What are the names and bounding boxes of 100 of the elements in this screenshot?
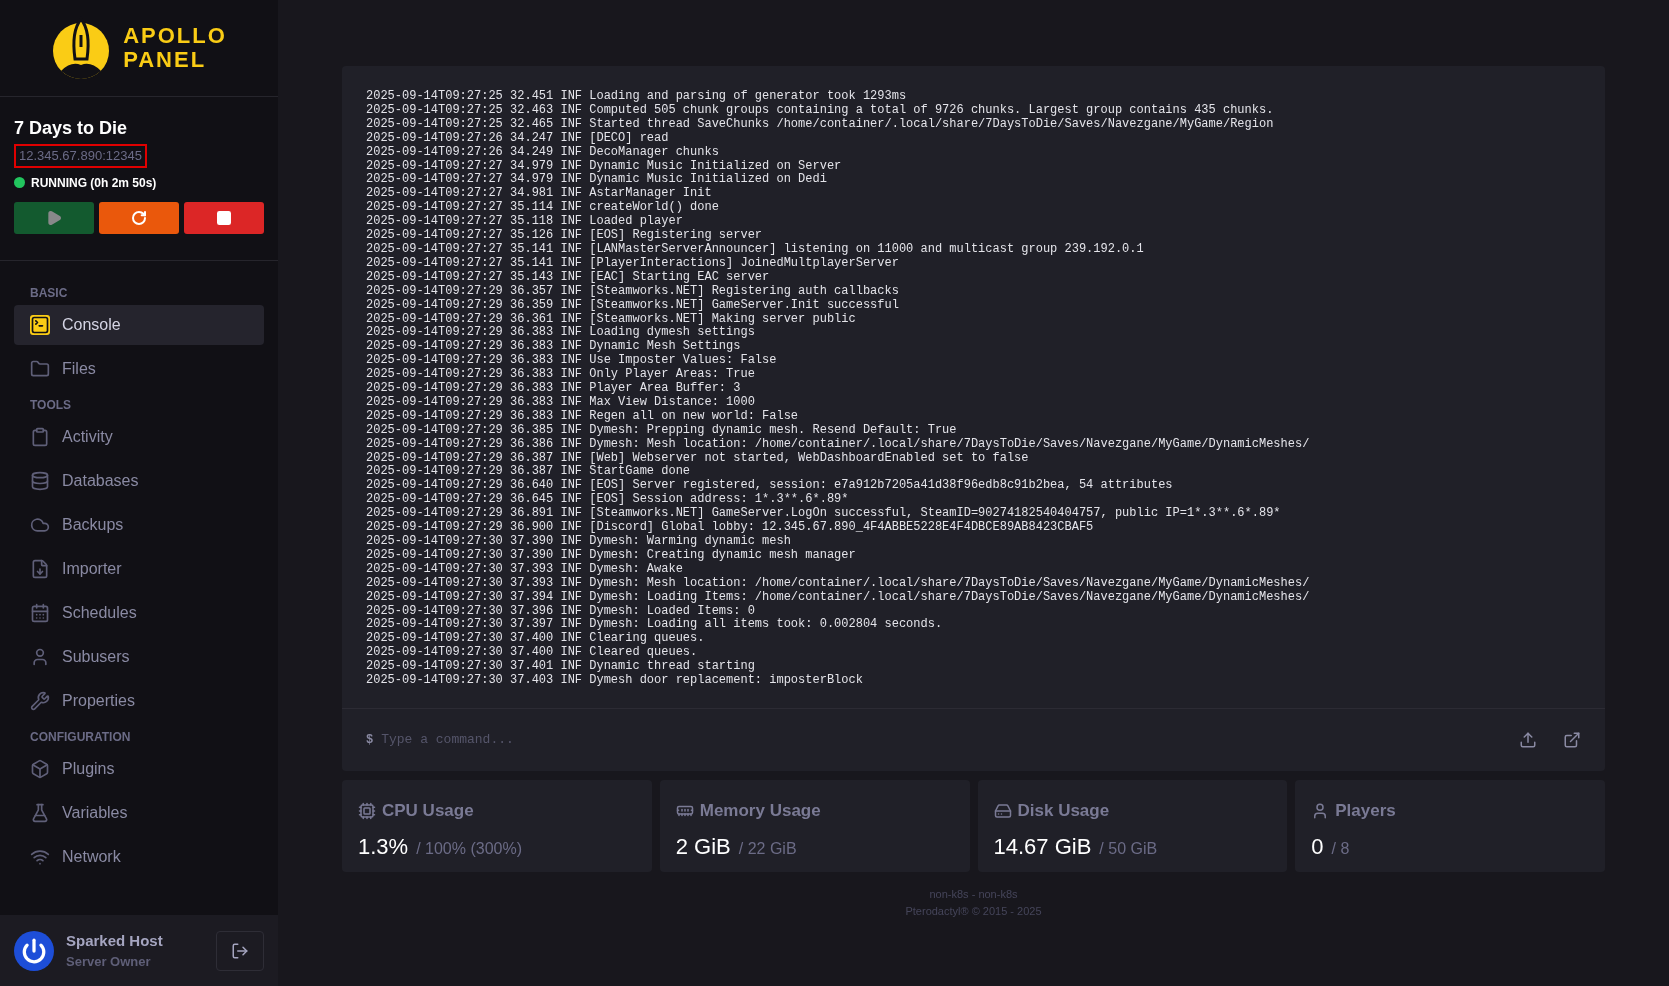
stat-limit: / 22 GiB — [738, 838, 797, 859]
footer-text: Pterodactyl® © 2015 - 2025 — [905, 903, 1042, 919]
nav-item[interactable]: Importer — [14, 548, 264, 589]
log-line: 2025-09-14T09:27:30 37.390 INF Dymesh: Creating dynamic mesh manager — [366, 548, 857, 563]
log-line: 2025-09-14T09:27:30 37.393 INF Dymesh: Mesh location: /home/container/.local/share/7DaysToDie/Saves/Navezgane/MyGame/DynamicMeshes/ — [366, 576, 1311, 591]
stat-label: Disk Usage — [1017, 800, 1110, 822]
log-line: 2025-09-14T09:27:30 37.400 INF Clearing queues. — [366, 632, 706, 646]
log-line: 2025-09-14T09:27:29 36.383 INF Player Area Buffer: 3 — [366, 382, 742, 396]
terminal-icon — [30, 314, 50, 335]
stat-value: 14.67 GiB — [993, 832, 1092, 861]
stat-value: 2 GiB — [675, 832, 731, 861]
nav-item[interactable]: Databases — [14, 460, 264, 501]
log-line: 2025-09-14T09:27:27 35.114 INF createWorld() done — [366, 201, 720, 215]
stat-limit: / 50 GiB — [1099, 838, 1158, 859]
stat-limit: / 8 — [1331, 838, 1350, 859]
logo-text: APOLLO — [123, 24, 227, 48]
log-line: 2025-09-14T09:27:30 37.394 INF Dymesh: Loading Items: /home/container/.local/share/7DaysToDie/Saves/Navezgane/MyGame/DynamicMeshes/ — [366, 590, 1311, 605]
stat-label: Players — [1335, 800, 1396, 822]
log-line: 2025-09-14T09:27:27 35.143 INF [EAC] Starting EAC server — [366, 270, 771, 285]
nav-item[interactable]: Backups — [14, 504, 264, 545]
logo-text: PANEL — [123, 48, 208, 72]
power-icon — [21, 937, 47, 964]
server-address: 12.345.67.890:12345 — [14, 144, 147, 168]
log-line: 2025-09-14T09:27:30 37.400 INF Cleared queues. — [366, 646, 699, 660]
logout-button[interactable] — [216, 930, 264, 971]
log-line: 2025-09-14T09:27:27 35.118 INF Loaded player — [366, 215, 684, 229]
log-line: 2025-09-14T09:27:27 34.981 INF AstarManager Init — [366, 187, 713, 201]
log-line: 2025-09-14T09:27:30 37.393 INF Dymesh: Awake — [366, 562, 684, 577]
log-line: 2025-09-14T09:27:27 34.979 INF Dynamic Music Initialized on Server — [366, 159, 843, 173]
clipboard-icon — [30, 426, 50, 447]
section-heading: BASIC — [29, 284, 69, 302]
restart-button[interactable] — [99, 201, 179, 234]
nav-item[interactable]: Files — [14, 348, 264, 389]
section-heading: CONFIGURATION — [29, 728, 132, 746]
user-name: Sparked Host — [66, 930, 164, 951]
log-line: 2025-09-14T09:27:26 34.247 INF [DECO] read — [366, 131, 670, 146]
log-line: 2025-09-14T09:27:29 36.900 INF [Discord] Global lobby: 12.345.67.890_4F4ABBE5228E4F4DBCE89AB8423CBAF5 — [366, 521, 1095, 535]
log-line: 2025-09-14T09:27:30 37.396 INF Dymesh: Loaded Items: 0 — [366, 604, 756, 618]
prompt-symbol: $ — [366, 732, 374, 749]
log-line: 2025-09-14T09:27:30 37.403 INF Dymesh door replacement: imposterBlock — [366, 674, 864, 688]
stat-limit: / 100% (300%) — [416, 838, 522, 859]
upload-icon[interactable] — [1519, 731, 1537, 749]
cpu-icon — [358, 801, 376, 820]
log-line: 2025-09-14T09:27:29 36.383 INF Use Imposter Values: False — [366, 354, 778, 368]
log-line: 2025-09-14T09:27:29 36.383 INF Max View Distance: 1000 — [366, 395, 756, 410]
stop-icon — [216, 209, 232, 226]
log-line: 2025-09-14T09:27:27 35.141 INF [PlayerInteractions] JoinedMultplayerServer — [366, 256, 900, 271]
log-line: 2025-09-14T09:27:29 36.640 INF [EOS] Server registered, session: e7a912b7205a41d38f96edb8c91b2bea, 54 attributes — [366, 479, 1174, 493]
command-input[interactable]: Type a command... — [381, 730, 1511, 750]
stat-value: 1.3% — [358, 832, 409, 861]
log-line: 2025-09-14T09:27:27 34.979 INF Dynamic Music Initialized on Dedi — [366, 173, 828, 187]
file-download-icon — [30, 558, 50, 579]
log-line: 2025-09-14T09:27:29 36.357 INF [Steamworks.NET] Registering auth callbacks — [366, 284, 900, 299]
log-line: 2025-09-14T09:27:25 32.451 INF Loading and parsing of generator took 1293ms — [366, 90, 908, 104]
log-line: 2025-09-14T09:27:25 32.465 INF Started thread SaveChunks /home/container/.local/share/7DaysToDie/Saves/Navezgane/MyGame/Region — [366, 117, 1275, 132]
restart-icon — [131, 209, 147, 226]
flask-icon — [30, 802, 50, 823]
server-name: 7 Days to Die — [14, 117, 129, 140]
folder-icon — [30, 358, 50, 379]
log-line: 2025-09-14T09:27:29 36.383 INF Only Player Areas: True — [366, 368, 756, 382]
log-line: 2025-09-14T09:27:29 36.383 INF Loading dymesh settings — [366, 326, 756, 340]
log-line: 2025-09-14T09:27:29 36.387 INF [Web] Webserver not started, WebDashboardEnabled set to false — [366, 451, 1030, 465]
nav-item[interactable]: Console — [14, 304, 264, 345]
log-line: 2025-09-14T09:27:30 37.397 INF Dymesh: Loading all items took: 0.002804 seconds. — [366, 618, 944, 632]
log-line: 2025-09-14T09:27:27 35.126 INF [EOS] Registering server — [366, 229, 764, 243]
play-icon — [46, 209, 62, 226]
wrench-icon — [30, 690, 50, 711]
external-link-icon[interactable] — [1563, 731, 1581, 749]
cube-icon — [30, 758, 50, 779]
log-line: 2025-09-14T09:27:29 36.359 INF [Steamworks.NET] GameServer.Init successful — [366, 298, 900, 313]
log-line: 2025-09-14T09:27:29 36.891 INF [Steamworks.NET] GameServer.LogOn successful, SteamID=90274182540404757, public IP=1*.3**.6*.89* — [366, 507, 1282, 521]
user-role: Server Owner — [66, 953, 152, 971]
stat-value: 0 — [1311, 832, 1324, 861]
log-line: 2025-09-14T09:27:30 37.401 INF Dynamic thread starting — [366, 660, 756, 674]
stop-button[interactable] — [184, 201, 264, 234]
nav-item[interactable]: Activity — [14, 416, 264, 457]
nav-item[interactable]: Schedules — [14, 592, 264, 633]
log-line: 2025-09-14T09:27:29 36.361 INF [Steamworks.NET] Making server public — [366, 312, 857, 326]
calendar-icon — [30, 602, 50, 623]
nav-item[interactable]: Properties — [14, 680, 264, 721]
status-text: RUNNING (0h 2m 50s) — [31, 174, 157, 192]
log-line: 2025-09-14T09:27:29 36.385 INF Dymesh: Prepping dynamic mesh. Resend Default: True — [366, 423, 958, 438]
log-line: 2025-09-14T09:27:29 36.383 INF Dynamic Mesh Settings — [366, 340, 742, 354]
user-icon — [30, 646, 50, 667]
nav-item[interactable]: Subusers — [14, 636, 264, 677]
log-line: 2025-09-14T09:27:29 36.387 INF StartGame done — [366, 465, 692, 479]
stat-label: CPU Usage — [382, 800, 474, 822]
nav-item[interactable]: Variables — [14, 792, 264, 833]
log-line: 2025-09-14T09:27:29 36.386 INF Dymesh: Mesh location: /home/container/.local/share/7DaysToDie/Saves/Navezgane/MyGame/DynamicMeshes/ — [366, 437, 1311, 452]
database-icon — [30, 470, 50, 491]
log-line: 2025-09-14T09:27:26 34.249 INF DecoManager chunks — [366, 145, 720, 160]
log-line: 2025-09-14T09:27:29 36.383 INF Regen all on new world: False — [366, 409, 800, 424]
log-line: 2025-09-14T09:27:30 37.390 INF Dymesh: Warming dynamic mesh — [366, 535, 792, 549]
section-heading: TOOLS — [29, 396, 73, 414]
stat-label: Memory Usage — [699, 800, 821, 822]
nav-item[interactable]: Plugins — [14, 748, 264, 789]
logout-icon — [231, 941, 249, 960]
log-line: 2025-09-14T09:27:29 36.645 INF [EOS] Session address: 1*.3**.6*.89* — [366, 493, 850, 507]
nav-item[interactable]: Network — [14, 836, 264, 877]
footer-text: non-k8s - non-k8s — [929, 887, 1018, 902]
